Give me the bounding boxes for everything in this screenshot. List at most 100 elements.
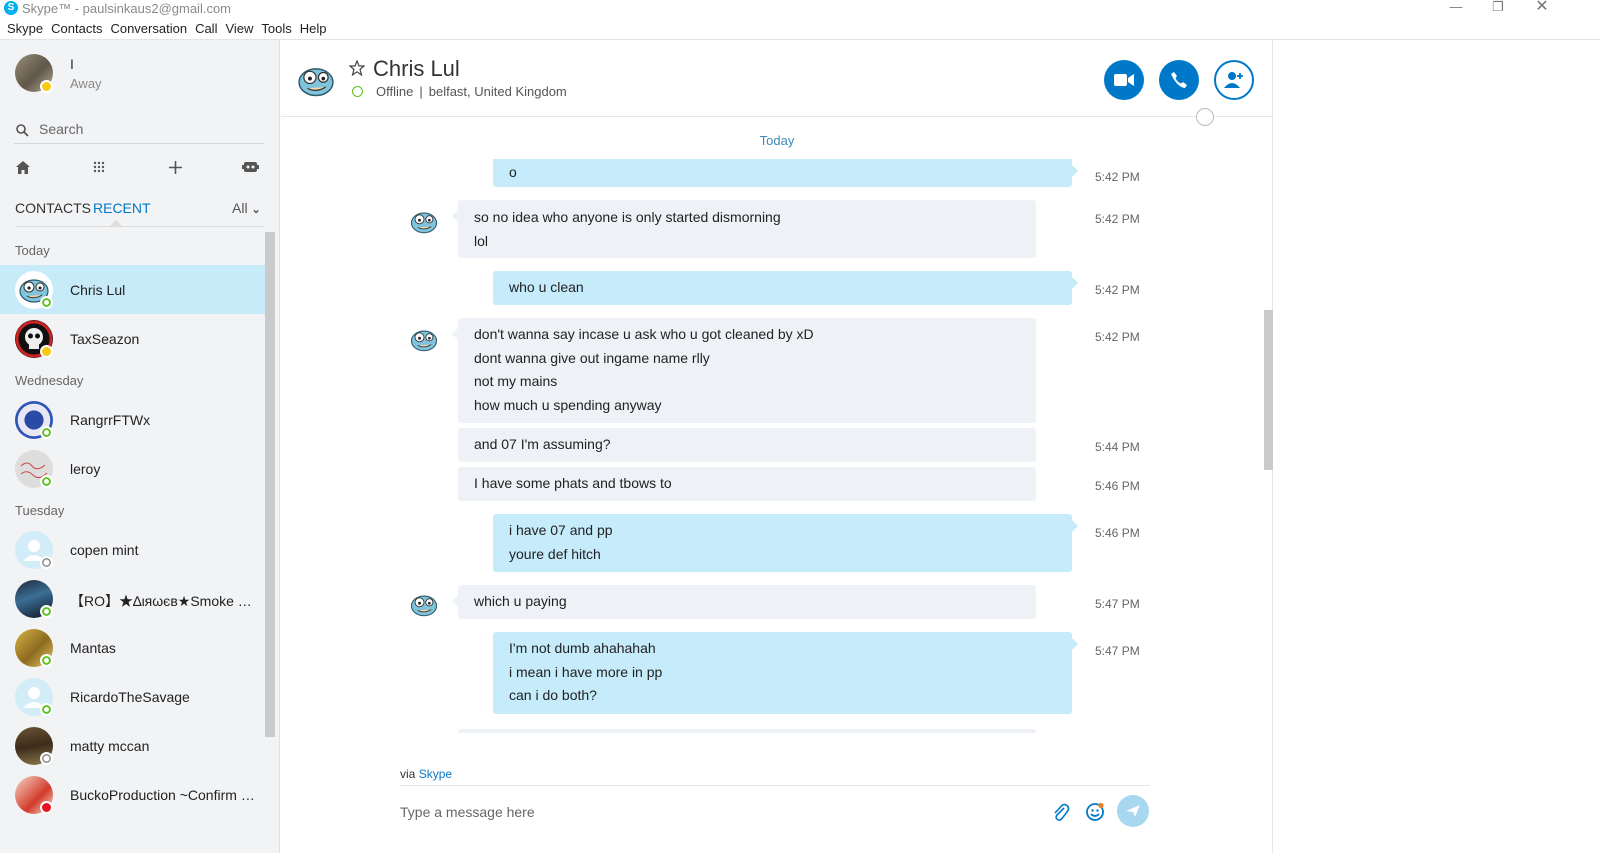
contact-status-icon [40,801,53,814]
tab-recent[interactable]: RECENT [93,200,151,216]
group-header: Wednesday [15,373,84,388]
message-bubble[interactable]: o [493,159,1078,187]
restore-icon[interactable]: ❐ [1476,0,1520,18]
message-input[interactable]: Type a message here [400,804,535,820]
tab-contacts[interactable]: CONTACTS [15,200,91,216]
message-line: can i do both? [509,687,597,703]
via-label: via Skype [400,767,452,781]
contact-status-icon [40,296,53,309]
contact-name: 【RO】★∆ιяωєв★Smoke Big【... [70,593,255,609]
search-icon [16,124,29,137]
send-button[interactable] [1117,795,1149,827]
message-avatar [407,323,441,357]
tab-divider [15,226,265,227]
chat-contact-name: Chris Lul [373,56,460,81]
contact-item[interactable]: matty mccan [0,721,270,770]
contact-item[interactable]: 【RO】★∆ιяωєв★Smoke Big【... [0,574,270,623]
minimize-icon[interactable]: — [1434,0,1478,18]
contact-name: copen mint [70,542,139,558]
message-bubble[interactable]: and 07 I'm assuming? [458,428,1036,462]
search-input[interactable]: Search [14,116,264,144]
chat-avatar[interactable] [293,58,339,104]
message-bubble[interactable]: so no idea who anyone is only started di… [452,200,1036,258]
contact-name: TaxSeazon [70,331,140,347]
message-composer[interactable]: Type a message here [400,785,1150,835]
add-person-icon [1224,72,1243,88]
contact-item[interactable]: copen mint [0,525,270,574]
via-prefix: via [400,767,416,781]
add-icon[interactable] [168,160,183,175]
via-skype-link[interactable]: Skype [419,767,452,781]
menu-help[interactable]: Help [300,20,327,38]
contact-item[interactable]: Chris Lul [0,265,270,314]
contact-item[interactable]: TaxSeazon [0,314,270,363]
offline-status-icon [352,86,363,97]
search-placeholder: Search [39,121,84,137]
message-time: 5:42 PM [1095,283,1140,297]
contact-status-icon [40,475,53,488]
window-title: Skype™ - paulsinkaus2@gmail.com [22,1,232,16]
send-arrow-icon [1126,805,1140,817]
menu-tools[interactable]: Tools [261,20,291,38]
favorite-star-icon[interactable] [349,60,365,76]
conversation-header: Chris Lul Offline | belfast, United Kingdo… [281,40,1273,126]
contact-name: BuckoProduction ~Confirm vi... [70,787,255,803]
contact-status-icon [40,654,53,667]
bots-icon[interactable] [242,160,259,175]
filter-label: All [232,200,248,216]
message-bubble-partial [458,729,1036,733]
messages-scrollbar[interactable] [1264,310,1273,470]
audio-call-button[interactable] [1159,60,1199,100]
group-header: Today [15,243,50,258]
contact-item[interactable]: BuckoProduction ~Confirm vi... [0,770,270,819]
phone-icon [1171,72,1187,88]
contact-status-icon [40,703,53,716]
message-time: 5:42 PM [1095,330,1140,344]
message-time: 5:46 PM [1095,526,1140,540]
my-name[interactable]: I [70,56,74,72]
contact-name: Mantas [70,640,116,656]
message-bubble[interactable]: who u clean [493,271,1078,305]
contact-name: RicardoTheSavage [70,689,190,705]
message-avatar [407,588,441,622]
close-icon[interactable]: ✕ [1520,0,1564,18]
home-icon[interactable] [15,160,31,175]
message-time: 5:47 PM [1095,644,1140,658]
contact-item[interactable]: leroy [0,444,270,493]
filter-dropdown[interactable]: All ⌄ [232,200,261,216]
message-bubble[interactable]: i have 07 and pp youre def hitch [493,514,1078,572]
contact-item[interactable]: RangrrFTWx [0,395,270,444]
emoticon-icon[interactable] [1085,802,1105,822]
contact-status-icon [40,752,53,765]
message-list: Today o 5:42 PM so no idea who anyone is… [281,118,1273,733]
contact-status-icon [40,605,53,618]
message-time: 5:42 PM [1095,170,1140,184]
title-bar: S Skype™ - paulsinkaus2@gmail.com — ❐ ✕ [0,0,1600,18]
contact-item[interactable]: Mantas [0,623,270,672]
my-status[interactable]: Away [70,76,102,91]
message-line: lol [474,232,489,249]
message-bubble[interactable]: which u paying [452,585,1036,619]
menu-view[interactable]: View [225,20,253,38]
attach-paperclip-icon[interactable] [1052,803,1070,823]
add-people-button[interactable] [1214,60,1254,100]
message-bubble[interactable]: don't wanna say incase u ask who u got c… [452,318,1036,423]
message-line: which u paying [474,593,567,609]
contact-status-icon [40,345,53,358]
message-bubble[interactable]: I'm not dumb ahahahah i mean i have more … [493,632,1078,714]
menu-call[interactable]: Call [195,20,217,38]
message-bubble[interactable]: I have some phats and tbows to [458,467,1036,501]
chat-status: Offline [376,84,414,99]
message-avatar [407,205,441,239]
contact-item[interactable]: RicardoTheSavage [0,672,270,721]
sidebar-scrollbar[interactable] [265,232,275,737]
message-time: 5:42 PM [1095,212,1140,226]
message-line: o [509,164,517,180]
menu-contacts[interactable]: Contacts [51,20,102,38]
menu-conversation[interactable]: Conversation [110,20,187,38]
video-call-button[interactable] [1104,60,1144,100]
message-line: youre def hitch [509,545,601,562]
dialpad-icon[interactable] [93,160,105,175]
menu-skype[interactable]: Skype [7,20,43,38]
menu-bar: Skype Contacts Conversation Call View Tools He… [0,20,1600,40]
